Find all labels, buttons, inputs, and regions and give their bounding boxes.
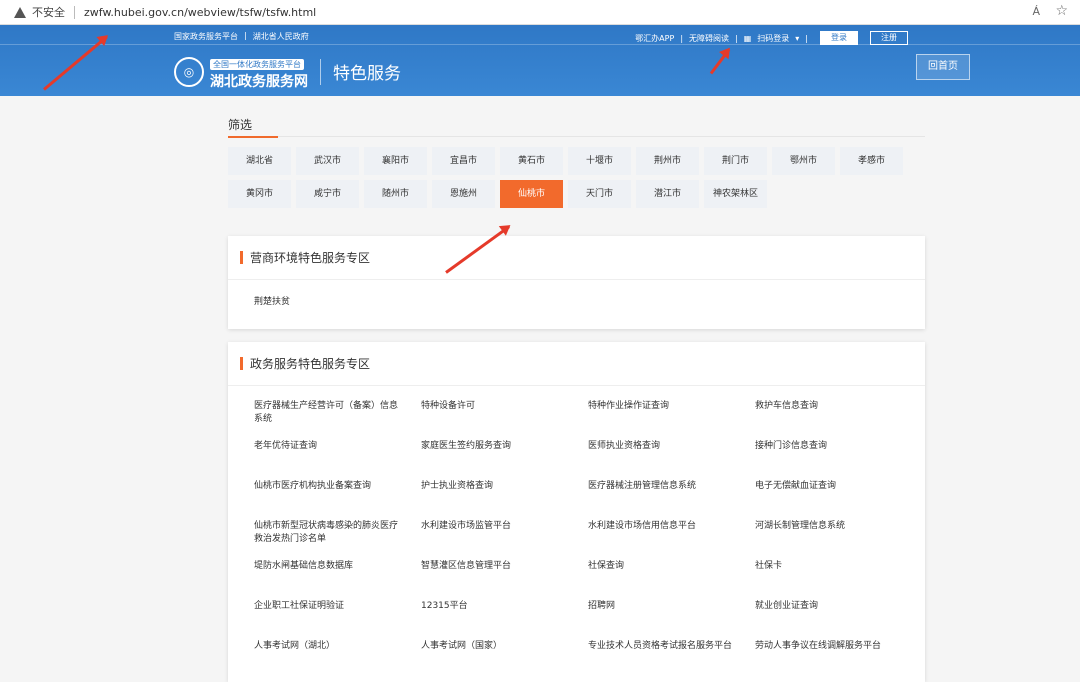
service-link[interactable]: 特种作业操作证查询 <box>588 400 755 440</box>
service-link[interactable]: 12315平台 <box>421 600 588 640</box>
government-service-panel: 政务服务特色服务专区 医疗器械生产经营许可（备案）信息系统 特种设备许可 特种作业操… <box>228 342 925 682</box>
divider: | <box>680 33 684 43</box>
city-filter-item[interactable]: 鄂州市 <box>772 147 835 175</box>
link-accessible-reading[interactable]: 无障碍阅读 <box>689 33 729 44</box>
divider: | <box>244 31 247 40</box>
city-filter-item[interactable]: 宜昌市 <box>432 147 495 175</box>
city-filter-item[interactable]: 恩施州 <box>432 180 495 208</box>
panel-title: 政务服务特色服务专区 <box>250 357 371 371</box>
home-button[interactable]: 回首页 <box>916 54 970 80</box>
service-link[interactable]: 医师执业资格查询 <box>588 440 755 480</box>
qr-icon: ▦ <box>743 33 752 43</box>
service-link[interactable]: 荆楚扶贫 <box>228 280 925 307</box>
top-left-links: 国家政务服务平台 | 湖北省人民政府 <box>174 31 309 42</box>
main-content: 筛选 湖北省 武汉市 襄阳市 宜昌市 黄石市 十堰市 荆州市 荆门市 鄂州市 孝感市黄冈市 咸宁市随… <box>228 96 925 682</box>
city-filter-item[interactable]: 随州市 <box>364 180 427 208</box>
divider <box>74 5 75 19</box>
service-link[interactable]: 接种门诊信息查询 <box>755 440 922 480</box>
link-hubei-government[interactable]: 湖北省人民政府 <box>253 31 309 42</box>
service-link[interactable]: 就业创业证查询 <box>755 600 922 640</box>
emblem-icon: ◎ <box>174 56 204 87</box>
logo-title: 湖北政务服务网 <box>210 74 308 90</box>
service-link[interactable]: 医疗器械注册管理信息系统 <box>588 480 755 520</box>
city-filter-item[interactable]: 黄冈市 <box>228 180 291 208</box>
accent-bar <box>240 357 243 370</box>
top-link-bar: 国家政务服务平台 | 湖北省人民政府 鄂汇办APP | 无障碍阅读 | ▦ 扫码… <box>0 28 1080 45</box>
url-text[interactable]: zwfw.hubei.gov.cn/webview/tsfw/tsfw.html <box>84 6 316 19</box>
favorite-icon[interactable]: ☆ <box>1055 3 1068 19</box>
security-label[interactable]: 不安全 <box>32 4 65 20</box>
page-title: 特色服务 <box>333 64 401 84</box>
city-filter-item[interactable]: 襄阳市 <box>364 147 427 175</box>
read-aloud-icon[interactable]: Á <box>1032 5 1040 18</box>
city-filter-item[interactable]: 潜江市 <box>636 180 699 208</box>
service-link[interactable]: 堤防水闸基础信息数据库 <box>254 560 421 600</box>
city-filter-item[interactable]: 天门市 <box>568 180 631 208</box>
city-filter-item[interactable]: 咸宁市 <box>296 180 359 208</box>
link-national-platform[interactable]: 国家政务服务平台 <box>174 31 238 42</box>
browser-address-bar[interactable]: 不安全 zwfw.hubei.gov.cn/webview/tsfw/tsfw.… <box>0 0 1080 25</box>
service-link[interactable]: 企业职工社保证明验证 <box>254 600 421 640</box>
logo-subtitle: 全国一体化政务服务平台 <box>210 59 304 70</box>
city-filter-item[interactable]: 仙桃市 <box>500 180 563 208</box>
filter-title: 筛选 <box>228 116 278 138</box>
city-filter-item[interactable]: 神农架林区 <box>704 180 767 208</box>
service-link[interactable]: 电子无偿献血证查询 <box>755 480 922 520</box>
city-filter-item[interactable]: 武汉市 <box>296 147 359 175</box>
city-filter-item[interactable]: 孝感市 <box>840 147 903 175</box>
divider <box>320 58 321 85</box>
accent-bar <box>240 251 243 264</box>
divider: | <box>805 33 808 43</box>
service-link[interactable]: 水利建设市场监管平台 <box>421 520 588 560</box>
panel-title: 营商环境特色服务专区 <box>250 251 371 265</box>
service-link[interactable]: 救护车信息查询 <box>755 400 922 440</box>
service-link[interactable]: 水利建设市场信用信息平台 <box>588 520 755 560</box>
panel-header: 营商环境特色服务专区 <box>228 236 925 280</box>
login-button[interactable]: 登录 <box>820 31 858 45</box>
service-link[interactable]: 人事考试网（国家） <box>421 640 588 680</box>
site-logo[interactable]: ◎ 全国一体化政务服务平台 湖北政务服务网 特色服务 <box>174 52 401 91</box>
service-link[interactable]: 老年优待证查询 <box>254 440 421 480</box>
service-link[interactable]: 专业技术人员资格考试报名服务平台 <box>588 640 755 680</box>
service-link[interactable]: 社保查询 <box>588 560 755 600</box>
service-link[interactable]: 医疗器械生产经营许可（备案）信息系统 <box>254 400 421 440</box>
service-link[interactable]: 仙桃市新型冠状病毒感染的肺炎医疗救治发热门诊名单 <box>254 520 421 560</box>
service-link[interactable]: 特种设备许可 <box>421 400 588 440</box>
link-app[interactable]: 鄂汇办APP <box>635 33 674 44</box>
service-link[interactable]: 家庭医生签约服务查询 <box>421 440 588 480</box>
city-filter-item[interactable]: 黄石市 <box>500 147 563 175</box>
service-grid: 医疗器械生产经营许可（备案）信息系统 特种设备许可 特种作业操作证查询 救护车信息查询… <box>228 386 925 680</box>
service-link[interactable]: 招聘网 <box>588 600 755 640</box>
top-right-links: 鄂汇办APP | 无障碍阅读 | ▦ 扫码登录 ▾ | 登录 注册 <box>635 31 908 45</box>
site-header: 国家政务服务平台 | 湖北省人民政府 鄂汇办APP | 无障碍阅读 | ▦ 扫码… <box>0 25 1080 96</box>
city-filter-item[interactable]: 湖北省 <box>228 147 291 175</box>
service-link[interactable]: 劳动人事争议在线调解服务平台 <box>755 640 922 680</box>
warning-icon <box>14 6 26 18</box>
city-filter-item[interactable]: 荆门市 <box>704 147 767 175</box>
service-link[interactable]: 护士执业资格查询 <box>421 480 588 520</box>
city-filter-item[interactable]: 十堰市 <box>568 147 631 175</box>
chevron-down-icon[interactable]: ▾ <box>795 34 799 43</box>
city-filter-list: 湖北省 武汉市 襄阳市 宜昌市 黄石市 十堰市 荆州市 荆门市 鄂州市 孝感市黄冈市 咸宁市 随州市恩… <box>228 147 918 208</box>
panel-header: 政务服务特色服务专区 <box>228 342 925 386</box>
filter-header: 筛选 <box>228 116 925 138</box>
service-link[interactable]: 河湖长制管理信息系统 <box>755 520 922 560</box>
service-link[interactable]: 智慧灌区信息管理平台 <box>421 560 588 600</box>
divider: | <box>735 33 738 43</box>
service-link[interactable]: 仙桃市医疗机构执业备案查询 <box>254 480 421 520</box>
service-link[interactable]: 人事考试网（湖北） <box>254 640 421 680</box>
link-qr-login[interactable]: 扫码登录 <box>757 33 789 44</box>
business-service-panel: 营商环境特色服务专区 荆楚扶贫 <box>228 236 925 329</box>
city-filter-item[interactable]: 荆州市 <box>636 147 699 175</box>
service-link[interactable]: 社保卡 <box>755 560 922 600</box>
register-button[interactable]: 注册 <box>870 31 908 45</box>
